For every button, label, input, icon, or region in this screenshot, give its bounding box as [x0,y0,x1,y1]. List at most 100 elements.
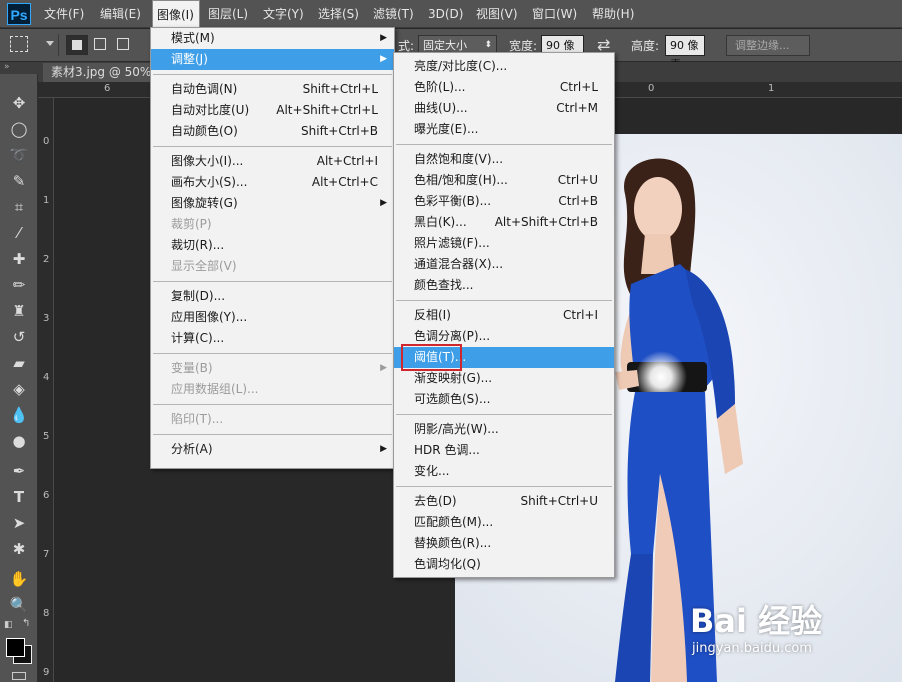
vertical-ruler: 0 1 2 3 4 5 6 7 8 9 [38,98,54,682]
menu-item[interactable]: 调整(J) ▶ [151,49,394,70]
refine-edge-button[interactable]: 调整边缘... [726,35,810,56]
submenu-arrow-icon: ▶ [380,198,387,208]
menubar-item[interactable]: 图像(I) [152,0,200,28]
menubar-item[interactable]: 文件(F) [40,0,92,28]
menu-item[interactable]: 画布大小(S)... Alt+Ctrl+C [151,172,394,193]
menu-item[interactable]: 模式(M) ▶ [151,28,394,49]
zoom-tool-icon[interactable]: 🔍 [8,594,30,616]
menu-item[interactable]: 阴影/高光(W)... [394,419,614,440]
history-brush-tool-icon[interactable]: ↺ [8,326,30,348]
foreground-color-swatch[interactable] [6,638,25,657]
collapse-panel-icon[interactable]: » [0,62,38,74]
quick-selection-tool-icon[interactable]: ✎ [8,170,30,192]
menu-item[interactable]: 通道混合器(X)... [394,254,614,275]
new-selection-icon[interactable] [66,35,88,55]
menu-separator [153,281,392,282]
menubar-item[interactable]: 编辑(E) [96,0,148,28]
menu-item-label: 匹配颜色(M)... [414,515,494,529]
elliptical-marquee-tool-icon[interactable]: ◯ [8,118,30,140]
healing-brush-tool-icon[interactable]: ✚ [8,248,30,270]
swap-colors-icon[interactable]: ↰ [22,618,30,629]
menu-item[interactable]: 应用图像(Y)... [151,307,394,328]
type-tool-icon[interactable]: T [8,486,30,508]
menu-separator [153,353,392,354]
menubar-item[interactable]: 视图(V) [472,0,524,28]
marquee-tool-preset-icon[interactable] [10,36,28,52]
menu-separator [153,146,392,147]
menu-item-shortcut: Shift+Ctrl+L [302,82,378,96]
menu-item-shortcut: Alt+Shift+Ctrl+L [276,103,378,117]
menu-item-shortcut: Ctrl+U [557,173,598,187]
paint-bucket-tool-icon[interactable]: ◈ [8,378,30,400]
dodge-tool-icon[interactable]: ● [8,430,30,452]
pen-tool-icon[interactable]: ✒ [8,460,30,482]
menu-item[interactable]: 色相/饱和度(H)... Ctrl+U [394,170,614,191]
menu-item-label: 调整(J) [171,52,208,66]
menubar-item[interactable]: 滤镜(T) [369,0,421,28]
menu-item[interactable]: 曝光度(E)... [394,119,614,140]
ruler-label: 0 [43,136,50,147]
menu-item[interactable]: 色彩平衡(B)... Ctrl+B [394,191,614,212]
hand-tool-icon[interactable]: ✋ [8,568,30,590]
menu-item-label: 自动对比度(U) [171,103,250,117]
menu-item[interactable]: 计算(C)... [151,328,394,349]
ruler-label: 1 [43,195,50,206]
crop-tool-icon[interactable]: ⌗ [8,196,30,218]
menu-item: 显示全部(V) [151,256,394,277]
menu-item[interactable]: 色阶(L)... Ctrl+L [394,77,614,98]
menu-item[interactable]: 黑白(K)... Alt+Shift+Ctrl+B [394,212,614,233]
menu-item[interactable]: HDR 色调... [394,440,614,461]
menu-item-label: 替换颜色(R)... [414,536,492,550]
menu-item[interactable]: 色调均化(Q) [394,554,614,575]
menu-item-label: 颜色查找... [414,278,474,292]
menu-item[interactable]: 图像大小(I)... Alt+Ctrl+I [151,151,394,172]
menu-item[interactable]: 渐变映射(G)... [394,368,614,389]
ruler-label: 6 [43,490,50,501]
quick-mask-icon[interactable] [12,672,26,680]
menubar-item[interactable]: 帮助(H) [588,0,642,28]
eyedropper-tool-icon[interactable]: ⁄ [8,222,30,244]
menu-item[interactable]: 替换颜色(R)... [394,533,614,554]
menu-item-label: 阴影/高光(W)... [414,422,499,436]
ruler-label: 1 [768,83,775,94]
menu-item[interactable]: 自动颜色(O) Shift+Ctrl+B [151,121,394,142]
menu-item[interactable]: 曲线(U)... Ctrl+M [394,98,614,119]
menu-item[interactable]: 自动色调(N) Shift+Ctrl+L [151,79,394,100]
menu-item[interactable]: 分析(A) ▶ [151,439,394,460]
preset-dropdown-icon[interactable] [46,41,54,46]
default-colors-icon[interactable]: ◧ [4,620,13,630]
height-field[interactable]: 90 像素 [665,35,705,71]
menu-item[interactable]: 自然饱和度(V)... [394,149,614,170]
menu-item-label: 复制(D)... [171,289,226,303]
menubar-item[interactable]: 选择(S) [314,0,366,28]
lasso-tool-icon[interactable]: ➰ [8,144,30,166]
eraser-tool-icon[interactable]: ▰ [8,352,30,374]
add-selection-icon[interactable] [94,38,106,50]
menu-item[interactable]: 匹配颜色(M)... [394,512,614,533]
menu-item[interactable]: 去色(D) Shift+Ctrl+U [394,491,614,512]
path-selection-tool-icon[interactable]: ➤ [8,512,30,534]
menu-item[interactable]: 裁切(R)... [151,235,394,256]
menubar-item[interactable]: 图层(L) [204,0,256,28]
menubar-item[interactable]: 文字(Y) [259,0,311,28]
menu-item-label: HDR 色调... [414,443,480,457]
menu-item[interactable]: 图像旋转(G) ▶ [151,193,394,214]
menubar-item[interactable]: 3D(D) [424,0,468,28]
menu-item[interactable]: 反相(I) Ctrl+I [394,305,614,326]
menubar-item[interactable]: 窗口(W) [528,0,584,28]
menu-item[interactable]: 变化... [394,461,614,482]
subtract-selection-icon[interactable] [117,38,129,50]
menu-item-label: 裁剪(P) [171,217,212,231]
blur-tool-icon[interactable]: 💧 [8,404,30,426]
menu-item[interactable]: 可选颜色(S)... [394,389,614,410]
menu-item-label: 色相/饱和度(H)... [414,173,508,187]
move-tool-icon[interactable]: ✥ [8,92,30,114]
menu-item[interactable]: 自动对比度(U) Alt+Shift+Ctrl+L [151,100,394,121]
brush-tool-icon[interactable]: ✏ [8,274,30,296]
menu-item[interactable]: 照片滤镜(F)... [394,233,614,254]
menu-item[interactable]: 复制(D)... [151,286,394,307]
menu-item[interactable]: 亮度/对比度(C)... [394,56,614,77]
menu-item[interactable]: 颜色查找... [394,275,614,296]
clone-stamp-tool-icon[interactable]: ♜ [8,300,30,322]
custom-shape-tool-icon[interactable]: ✱ [8,538,30,560]
